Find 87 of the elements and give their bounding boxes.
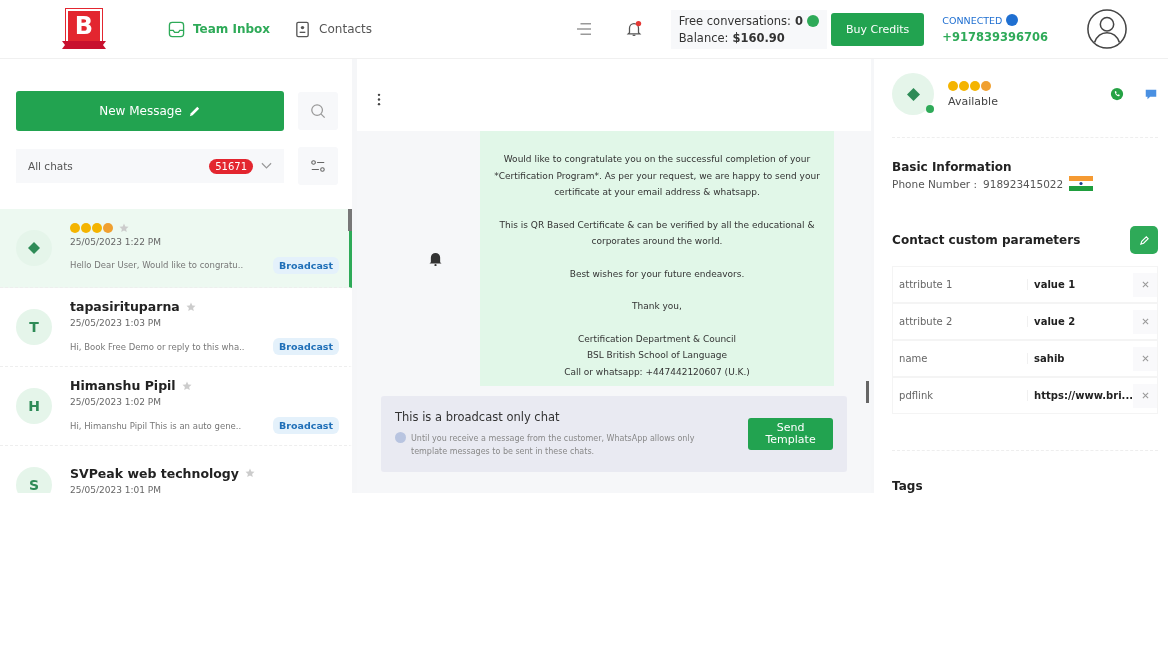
availability-status: Available: [948, 94, 998, 108]
search-button[interactable]: [298, 92, 338, 130]
pencil-icon: [1138, 234, 1150, 246]
connected-phone-number: +917839396706: [942, 30, 1048, 44]
contact-name: tapasirituparna: [70, 299, 180, 314]
parameter-value: https://www.bri...: [1033, 390, 1133, 401]
message-text: Thank you,: [631, 300, 683, 313]
contact-name: Himanshu Pipil: [70, 378, 176, 393]
chat-list-item[interactable]: S SVPeak web technology 25/05/2023 1:01 PM: [0, 446, 352, 493]
contact-card-icon: [294, 20, 312, 38]
parameter-value: value 1: [1033, 279, 1077, 290]
message-time: 25/05/2023 1:01 PM: [70, 484, 162, 493]
free-conversations-value: 0: [795, 13, 803, 28]
remove-button[interactable]: [1133, 272, 1157, 297]
message-time: 25/05/2023 1:22 PM: [70, 236, 162, 247]
message-time: 25/05/2023 1:03 PM: [70, 318, 162, 328]
star-icon[interactable]: [119, 222, 129, 233]
send-template-button[interactable]: Send Template: [748, 418, 834, 450]
more-options-icon[interactable]: [377, 93, 381, 106]
diamond-icon: [28, 242, 40, 254]
broadcast-tag: Broadcast: [273, 256, 339, 274]
contact-avatar: T: [16, 309, 52, 345]
contact-avatar: H: [16, 388, 52, 424]
parameter-name: name: [893, 353, 1029, 364]
chat-filter-dropdown[interactable]: All chats 51671: [16, 149, 284, 183]
pencil-icon: [187, 104, 201, 118]
close-icon: [1141, 318, 1149, 325]
message-text: This is QR Based Certificate & can be verified by all the educational & corporates around the world.: [498, 218, 816, 248]
star-icon[interactable]: [244, 468, 255, 478]
section-title: Basic Information: [892, 160, 1013, 174]
close-icon: [1141, 281, 1149, 288]
bell-icon: [429, 251, 442, 266]
message-text: Would like to congratulate you on the successful completion of your *Certification Program*. As per your request, we are happy to send your certificate at your email address & whatsapp.: [493, 153, 821, 199]
parameter-name: pdflink: [893, 390, 1029, 401]
parameter-value: sahib: [1033, 353, 1066, 364]
remove-button[interactable]: [1133, 309, 1157, 334]
edit-button[interactable]: [1130, 226, 1158, 254]
message-preview: Hi, Book Free Demo or reply to this wha..: [70, 341, 245, 352]
contact-name: SVPeak web technology: [70, 465, 239, 481]
phone-number: 918923415022: [983, 177, 1064, 190]
free-conversations-label: Free conversations:: [678, 13, 791, 28]
close-icon: [1141, 392, 1149, 399]
parameter-name: attribute 1: [893, 279, 1029, 290]
message-text: Call or whatsapp: +447442120607 (U.K.): [563, 365, 751, 379]
section-title: Tags: [892, 479, 924, 493]
chat-list-item[interactable]: T tapasirituparna 25/05/2023 1:03 PM Hi, Book Free Demo or reply to this wha.. Broadcast: [0, 288, 352, 367]
buy-credits-button[interactable]: Buy Credits: [831, 12, 925, 46]
nav-tab[interactable]: Team Inbox: [168, 20, 271, 38]
unread-count-badge: 51671: [209, 158, 253, 174]
connection-status: CONNECTED: [942, 14, 1003, 26]
flag-icon: [1069, 176, 1094, 191]
chat-list-item[interactable]: H Himanshu Pipil 25/05/2023 1:02 PM Hi, Himanshu Pipil This is an auto gene.. Broadcast: [0, 367, 352, 446]
message-time: 25/05/2023 1:02 PM: [70, 397, 162, 407]
section-title: Contact custom parameters: [892, 233, 1081, 247]
balance-label: Balance:: [678, 30, 729, 45]
broadcast-tag: Broadcast: [273, 417, 339, 434]
parameter-value: value 2: [1033, 316, 1077, 327]
user-profile-icon[interactable]: [1086, 8, 1128, 50]
message-text: BSL British School of Language: [586, 349, 728, 362]
notice-title: This is a broadcast only chat: [395, 410, 561, 424]
search-icon: [310, 103, 326, 119]
chevron-down-icon: [261, 162, 272, 170]
balance-value: $160.90: [732, 30, 785, 45]
inbox-icon: [168, 20, 185, 38]
toggle-settings-icon: [310, 158, 326, 174]
parameter-name: attribute 2: [893, 316, 1029, 327]
phone-label: Phone Number :: [892, 177, 978, 190]
message-preview: Hello Dear User, Would like to congratu..: [70, 260, 244, 270]
notification-bell-icon[interactable]: [624, 20, 643, 38]
close-icon: [1141, 355, 1149, 362]
whatsapp-icon[interactable]: [1110, 87, 1124, 101]
notice-text: Until you receive a message from the customer, WhatsApp allows only template messages to be sent in these chats.: [411, 433, 696, 458]
nav-tab[interactable]: Contacts: [294, 20, 373, 38]
message-text: Best wishes for your future endeavors.: [568, 267, 746, 281]
remove-button[interactable]: [1133, 346, 1157, 371]
broadcast-tag: Broadcast: [273, 338, 339, 355]
message-text: Certification Department & Council: [576, 332, 738, 346]
chat-bubble-icon[interactable]: [1144, 87, 1158, 101]
star-icon[interactable]: [185, 301, 196, 312]
message-preview: Hi, Himanshu Pipil This is an auto gene..: [70, 420, 242, 431]
new-message-button[interactable]: New Message: [16, 91, 284, 131]
remove-button[interactable]: [1133, 383, 1157, 408]
star-icon[interactable]: [181, 380, 192, 391]
contact-avatar: S: [16, 467, 52, 493]
filter-settings-button[interactable]: [298, 147, 338, 185]
menu-icon[interactable]: [574, 22, 593, 36]
chat-list-item[interactable]: 25/05/2023 1:22 PM Hello Dear User, Would like to congratu.. Broadcast: [0, 209, 352, 288]
